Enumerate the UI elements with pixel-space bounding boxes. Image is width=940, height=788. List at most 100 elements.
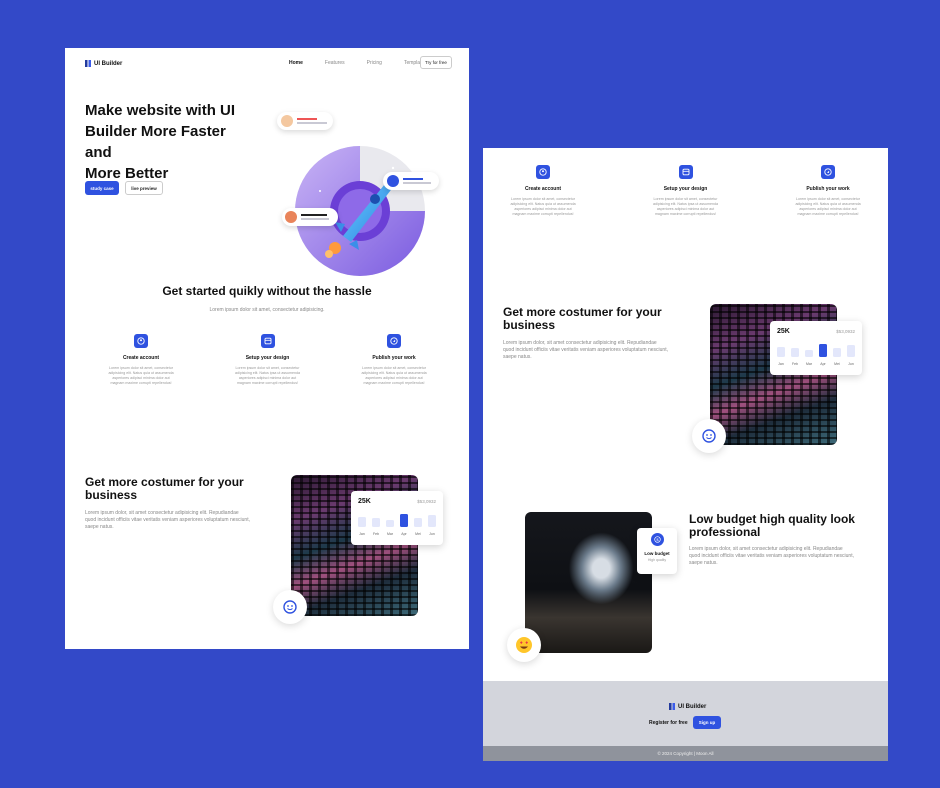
brand-name: UI Builder (94, 60, 123, 67)
chart-bar (414, 518, 422, 527)
stats-secondary: $53,0932 (836, 329, 855, 334)
footer-brand-name: UI Builder (678, 703, 707, 710)
chart-bar (805, 350, 813, 357)
chart-bar (372, 518, 380, 527)
features-row: Create account Lorem ipsum dolor sit ame… (493, 165, 878, 217)
stats-value: 25K (777, 328, 790, 335)
footer-brand-logo[interactable]: UI Builder (669, 703, 706, 710)
para-line: quod incidunt officiis vitae veritatis v… (503, 347, 668, 353)
avatar (387, 175, 399, 187)
hero-title-line1: Make website with UI (85, 102, 236, 119)
copyright-bar: © 2024 Copyright | Moon All (483, 746, 888, 761)
stats-secondary: $53,0932 (417, 499, 436, 504)
para-line: Lorem ipsum dolor, sit amet consectetur … (85, 510, 239, 516)
low-budget-paragraph: Lorem ipsum dolor, sit amet consectetur … (689, 546, 879, 567)
sign-up-button[interactable]: Sign up (693, 716, 721, 729)
features-row: Create account Lorem ipsum dolor sit ame… (95, 334, 440, 386)
publish-icon (821, 165, 835, 179)
customers-paragraph: Lorem ipsum dolor, sit amet consectetur … (85, 510, 275, 531)
publish-icon (387, 334, 401, 348)
chip-line (301, 214, 327, 216)
feature-desc: Lorem ipsum dolor sit amet, consectetur … (636, 197, 736, 217)
para-line: Lorem ipsum dolor, sit amet consectetur … (689, 546, 843, 552)
month-label: Apr (401, 532, 407, 536)
feature-publish-work: Publish your work Lorem ipsum dolor sit … (778, 165, 878, 217)
landing-page-preview-right: Create account Lorem ipsum dolor sit ame… (483, 148, 888, 761)
svg-text:$: $ (656, 537, 659, 542)
feature-desc: Lorem ipsum dolor sit amet, consectetur … (222, 366, 314, 386)
feature-title: Publish your work (372, 355, 416, 361)
user-icon (134, 334, 148, 348)
month-label: Jan (359, 532, 365, 536)
chart-bar (777, 347, 785, 357)
footer: UI Builder Register for free Sign up (483, 681, 888, 746)
stats-value: 25K (358, 498, 371, 505)
chart-bar (819, 344, 827, 357)
stats-card: 25K $53,0932 Jan Feb Mar Apr Mei Jun (351, 491, 443, 545)
feature-desc: Lorem ipsum dolor sit amet, consectetur … (95, 366, 187, 386)
feature-create-account: Create account Lorem ipsum dolor sit ame… (493, 165, 593, 217)
month-label: Mei (415, 532, 421, 536)
user-icon (536, 165, 550, 179)
month-label: Apr (820, 362, 826, 366)
chart-bar (833, 348, 841, 357)
get-started-title: Get started quikly without the hassle (162, 284, 372, 298)
feature-desc: Lorem ipsum dolor sit amet, consectetur … (348, 366, 440, 386)
register-text: Register for free (649, 720, 688, 726)
get-started-subtitle: Lorem ipsum dolor sit amet, consectetur … (209, 307, 325, 313)
badge-subtitle: High quality (647, 558, 667, 562)
chip-line (403, 178, 423, 180)
title-line: business (503, 318, 556, 332)
customers-title: Get more costumer for your business (85, 476, 260, 502)
try-free-button[interactable]: Try for free (420, 56, 452, 69)
chip-line (297, 122, 327, 124)
brand-logo[interactable]: UI Builder (85, 60, 122, 67)
live-preview-button[interactable]: live preview (125, 181, 163, 195)
feature-title: Publish your work (806, 186, 850, 192)
month-label: Jan (778, 362, 784, 366)
bar-chart (358, 509, 436, 527)
para-line: quod incidunt officiis vitae veritatis v… (689, 553, 854, 559)
month-label: Feb (372, 532, 380, 536)
desc-line: magnam maxime corrupti repellendus! (512, 212, 574, 216)
avatar (285, 211, 297, 223)
para-line: saepe natus. (689, 560, 718, 566)
month-label: Mei (834, 362, 840, 366)
month-label: Jun (848, 362, 854, 366)
hero-title-line2: Builder More Faster and (85, 123, 226, 161)
chart-bar (791, 348, 799, 357)
month-label: Jun (429, 532, 435, 536)
title-line: business (85, 488, 138, 502)
avatar-chip-right (383, 172, 439, 190)
chart-bar (400, 514, 408, 527)
top-nav: Home Features Pricing Template (289, 60, 424, 66)
chip-line (297, 118, 317, 120)
month-label: Feb (791, 362, 799, 366)
study-case-button[interactable]: study case (85, 181, 119, 195)
nav-home[interactable]: Home (289, 60, 303, 66)
feature-publish-work: Publish your work Lorem ipsum dolor sit … (348, 334, 440, 386)
emoji-badge (692, 419, 726, 453)
nav-features[interactable]: Features (325, 60, 345, 66)
avatar-chip-top (277, 112, 333, 130)
stats-card: 25K $53,0932 Jan Feb Mar Apr Mei Jun (770, 321, 862, 375)
feature-title: Create account (524, 186, 562, 192)
logo-icon (85, 60, 91, 67)
desc-line: magnam maxime corrupti repellendus! (236, 381, 299, 385)
feature-title: Setup your design (663, 186, 708, 192)
nav-pricing[interactable]: Pricing (367, 60, 382, 66)
feature-create-account: Create account Lorem ipsum dolor sit ame… (95, 334, 187, 386)
chart-bar (847, 345, 855, 357)
desk-computer-photo (525, 512, 652, 653)
month-label: Mar (805, 362, 813, 366)
feature-setup-design: Setup your design Lorem ipsum dolor sit … (636, 165, 736, 217)
chart-bar (386, 520, 394, 527)
para-line: saepe natus. (85, 524, 114, 530)
month-labels: Jan Feb Mar Apr Mei Jun (358, 532, 436, 536)
month-labels: Jan Feb Mar Apr Mei Jun (777, 362, 855, 366)
avatar (281, 115, 293, 127)
chip-line (403, 182, 431, 184)
chip-line (301, 218, 329, 220)
feature-desc: Lorem ipsum dolor sit amet, consectetur … (493, 197, 593, 217)
heart-eyes-emoji-icon (516, 637, 532, 653)
